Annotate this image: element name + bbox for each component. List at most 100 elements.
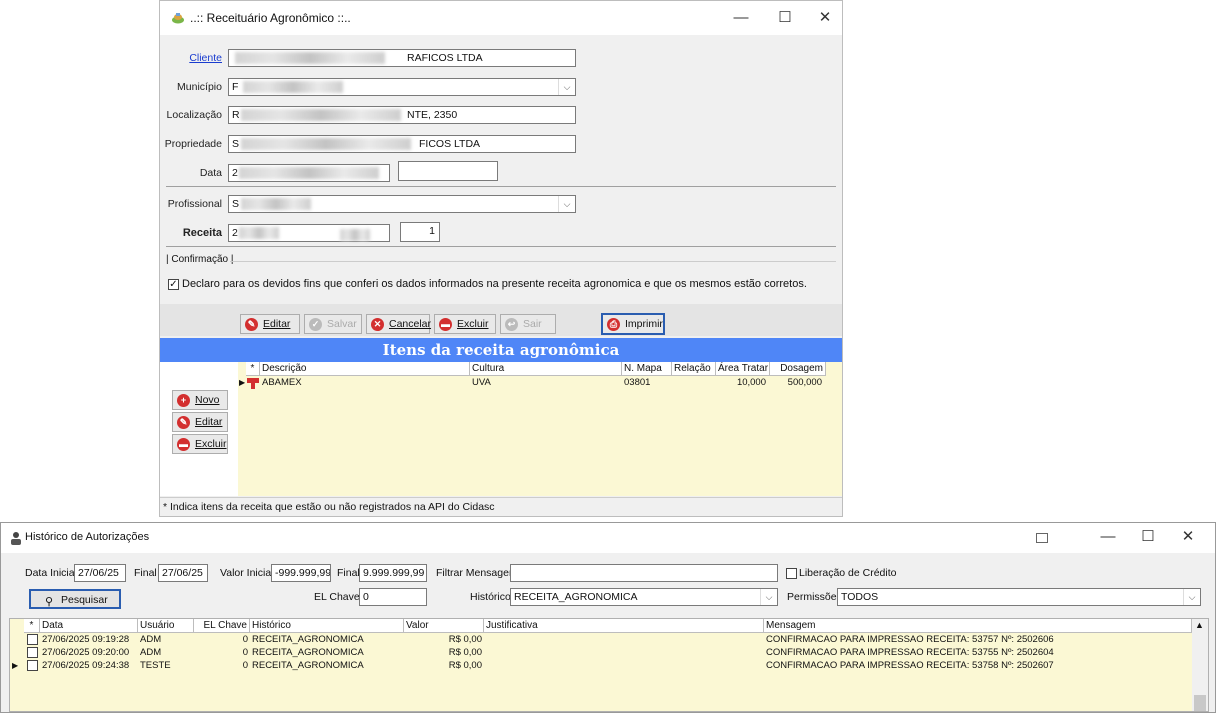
historico-window: Histórico de Autorizações — ☐ ✕ Data Ini…	[0, 522, 1216, 713]
col-header[interactable]: Área Tratar	[716, 362, 770, 376]
propriedade-field[interactable]: S FICOS LTDA	[228, 135, 576, 153]
data-final-field[interactable]: 27/06/25	[158, 564, 208, 582]
salvar-button[interactable]: ✓ Salvar	[304, 314, 362, 334]
scroll-up-icon[interactable]: ▲	[1195, 620, 1204, 630]
historico-grid: * Data Usuário EL Chave Histórico Valor …	[9, 618, 1209, 712]
cell-mapa: 03801	[624, 377, 651, 388]
col-header[interactable]: Dosagem	[770, 362, 826, 376]
excluir-button[interactable]: ▬ Excluir	[434, 314, 496, 334]
col-header[interactable]: Valor	[404, 619, 484, 633]
receita-number-field[interactable]: 1	[400, 222, 440, 242]
historico-titlebar: Histórico de Autorizações — ☐ ✕	[1, 523, 1215, 553]
novo-button[interactable]: + Novo	[172, 390, 228, 410]
flag-icon	[246, 377, 260, 389]
table-row[interactable]: 27/06/2025 09:20:00 ADM 0 RECEITA_AGRONO…	[10, 647, 1192, 659]
valor-final-label: Final	[337, 567, 360, 579]
col-header[interactable]: Descrição	[260, 362, 470, 376]
row-checkbox[interactable]	[27, 660, 38, 671]
col-header[interactable]: Justificativa	[484, 619, 764, 633]
close-button[interactable]: ✕	[810, 7, 840, 29]
cell-msg: CONFIRMACAO PARA IMPRESSAO RECEITA: 5375…	[766, 634, 1054, 645]
col-header[interactable]: Histórico	[250, 619, 404, 633]
footer-note: * Indica itens da receita que estão ou n…	[160, 497, 842, 516]
confirmacao-group-label: | Confirmação |	[166, 254, 237, 265]
cliente-link[interactable]: Cliente	[160, 52, 222, 64]
person-icon	[10, 531, 22, 545]
cell-valor: R$ 0,00	[448, 660, 482, 671]
municipio-label: Município	[177, 81, 222, 93]
itens-editar-button[interactable]: ✎ Editar	[172, 412, 228, 432]
col-header[interactable]: N. Mapa	[622, 362, 672, 376]
cancelar-button[interactable]: ✕ Cancelar	[366, 314, 431, 334]
confirmacao-text: Declaro para os devidos fins que conferi…	[182, 278, 807, 290]
cell-relacao	[672, 377, 714, 389]
itens-header: Itens da receita agronômica	[160, 338, 842, 362]
scroll-thumb[interactable]	[1194, 695, 1206, 711]
valor-inicial-field[interactable]: -999.999,99	[271, 564, 331, 582]
divider	[166, 186, 836, 187]
permissoes-select[interactable]: TODOS ⌵	[837, 588, 1201, 606]
col-header[interactable]: Relação	[672, 362, 716, 376]
col-header[interactable]: Usuário	[138, 619, 194, 633]
row-pointer-icon: ▶	[239, 378, 246, 387]
cell-hist: RECEITA_AGRONOMICA	[252, 660, 364, 671]
chevron-down-icon[interactable]: ⌵	[558, 79, 575, 95]
data-inicial-field[interactable]: 27/06/25	[74, 564, 126, 582]
imprimir-button[interactable]: ⎙ Imprimir	[601, 313, 665, 335]
chevron-down-icon[interactable]: ⌵	[1183, 589, 1200, 605]
cell-valor: R$ 0,00	[448, 647, 482, 658]
vertical-scrollbar[interactable]: ▲	[1192, 619, 1208, 711]
cell-data: 27/06/2025 09:24:38	[42, 660, 130, 671]
data-inicial-label: Data Inicial	[25, 567, 77, 579]
table-row[interactable]: ▶ 27/06/2025 09:24:38 TESTE 0 RECEITA_AG…	[10, 660, 1192, 672]
search-icon: ⚲	[45, 596, 54, 608]
col-header[interactable]: Data	[40, 619, 138, 633]
municipio-select[interactable]: F ⌵	[228, 78, 576, 96]
col-header[interactable]: EL Chave	[194, 619, 250, 633]
minimize-button[interactable]: —	[726, 7, 756, 29]
row-checkbox[interactable]	[27, 647, 38, 658]
chevron-down-icon[interactable]: ⌵	[558, 196, 575, 212]
localizacao-field[interactable]: R NTE, 2350	[228, 106, 576, 124]
cliente-field[interactable]: RAFICOS LTDA	[228, 49, 576, 67]
editar-button[interactable]: ✎ Editar	[240, 314, 300, 334]
chevron-down-icon[interactable]: ⌵	[760, 589, 777, 605]
localizacao-label: Localização	[166, 109, 222, 121]
col-header[interactable]: Mensagem	[764, 619, 1192, 633]
printer-icon: ⎙	[607, 318, 620, 331]
col-header[interactable]: Cultura	[470, 362, 622, 376]
cancel-icon: ✕	[371, 318, 384, 331]
data-field[interactable]: 2	[228, 164, 390, 182]
row-checkbox[interactable]	[27, 634, 38, 645]
historico-select[interactable]: RECEITA_AGRONOMICA ⌵	[510, 588, 778, 606]
col-header[interactable]: *	[246, 362, 260, 376]
window-title: ..:: Receituário Agronômico ::..	[190, 11, 351, 25]
close-button[interactable]: ✕	[1173, 526, 1203, 548]
exit-icon: ↩	[505, 318, 518, 331]
pencil-icon: ✎	[245, 318, 258, 331]
cell-usuario: ADM	[140, 647, 162, 658]
maximize-button[interactable]: ☐	[1133, 526, 1163, 548]
liberacao-label: Liberação de Crédito	[799, 567, 897, 579]
el-chave-field[interactable]: 0	[359, 588, 427, 606]
cell-usuario: ADM	[140, 634, 162, 645]
data-label: Data	[199, 167, 222, 179]
table-row[interactable]: ▶ ABAMEX UVA 03801 10,000 500,000	[238, 377, 842, 390]
filtrar-mensagem-field[interactable]	[510, 564, 778, 582]
itens-excluir-button[interactable]: ▬ Excluir	[172, 434, 228, 454]
col-header[interactable]: *	[24, 619, 40, 633]
liberacao-checkbox[interactable]	[786, 568, 797, 579]
profissional-select[interactable]: S ⌵	[228, 195, 576, 213]
confirmacao-checkbox[interactable]: ✓	[168, 279, 179, 290]
valor-final-field[interactable]: 9.999.999,99	[359, 564, 427, 582]
cell-data: 27/06/2025 09:19:28	[42, 634, 130, 645]
pesquisar-button[interactable]: ⚲ Pesquisar	[29, 589, 121, 609]
cell-descricao: ABAMEX	[262, 377, 302, 388]
filtrar-label: Filtrar Mensagem	[436, 567, 518, 579]
sair-button[interactable]: ↩ Sair	[500, 314, 556, 334]
window-toolbar-icon[interactable]	[1036, 533, 1048, 543]
table-row[interactable]: 27/06/2025 09:19:28 ADM 0 RECEITA_AGRONO…	[10, 634, 1192, 646]
maximize-button[interactable]: ☐	[770, 7, 800, 29]
data-extra-field[interactable]	[398, 161, 498, 181]
minimize-button[interactable]: —	[1093, 526, 1123, 548]
